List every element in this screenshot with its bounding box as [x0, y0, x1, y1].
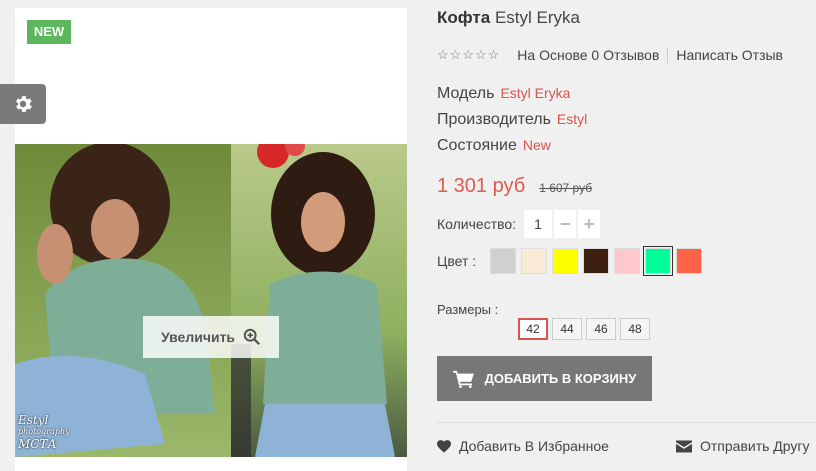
star-icon: ☆ [487, 47, 500, 62]
size-option[interactable]: 46 [586, 318, 616, 340]
price-old: 1 607 руб [539, 181, 593, 195]
send-friend-label: Отправить Другу [700, 438, 810, 454]
star-icon: ☆ [462, 47, 474, 62]
reviews-link[interactable]: На Основе 0 Отзывов [517, 47, 659, 63]
color-swatch[interactable] [552, 248, 579, 274]
star-icon: ☆ [474, 47, 487, 62]
size-option[interactable]: 48 [620, 318, 650, 340]
settings-button[interactable] [0, 84, 46, 124]
product-photo[interactable] [15, 144, 407, 457]
gear-icon [16, 96, 32, 112]
price-row: 1 301 руб 1 607 руб [437, 175, 592, 198]
color-swatch[interactable] [643, 246, 674, 276]
sizes-label: Размеры : [437, 302, 499, 317]
star-icon: ☆ [449, 47, 462, 62]
write-review-link[interactable]: Написать Отзыв [676, 47, 783, 63]
quantity-label: Количество: [437, 216, 517, 232]
color-label: Цвет : [437, 253, 477, 269]
envelope-icon [676, 440, 692, 452]
model-link[interactable]: Estyl Eryka [500, 85, 570, 101]
size-option[interactable]: 42 [518, 318, 548, 340]
wishlist-link[interactable]: Добавить В Избранное [437, 438, 609, 454]
star-icon: ☆ [437, 47, 449, 62]
meta-condition: Состояние New [437, 137, 551, 154]
color-swatch[interactable] [583, 248, 610, 274]
rating-stars: ☆ ☆ ☆ ☆ ☆ [437, 48, 499, 62]
zoom-label: Увеличить [160, 329, 236, 345]
new-badge: NEW [27, 20, 71, 44]
price-current: 1 301 руб [437, 175, 526, 197]
color-swatch[interactable] [614, 248, 641, 274]
color-swatches [490, 246, 703, 276]
wishlist-label: Добавить В Избранное [459, 438, 609, 454]
zoom-in-icon [243, 328, 261, 346]
divider [437, 422, 816, 423]
manufacturer-link[interactable]: Estyl [557, 111, 587, 127]
zoom-button[interactable]: Увеличить [143, 316, 279, 358]
meta-manufacturer: Производитель Estyl [437, 111, 588, 128]
size-options: 42 44 46 48 [518, 318, 650, 340]
separator [667, 47, 669, 63]
rating-row: ☆ ☆ ☆ ☆ ☆ На Основе 0 Отзывов Написать О… [437, 47, 783, 63]
color-swatch[interactable] [676, 248, 703, 274]
color-swatch[interactable] [521, 248, 548, 274]
size-option[interactable]: 44 [552, 318, 582, 340]
color-swatch[interactable] [490, 248, 517, 274]
meta-model: Модель Estyl Eryka [437, 85, 571, 102]
send-friend-link[interactable]: Отправить Другу [676, 438, 810, 454]
photo-watermark: Estyl photography МСТА [18, 413, 70, 451]
condition-value: New [522, 137, 551, 153]
quantity-input[interactable]: 1 [524, 210, 553, 238]
add-to-cart-label: ДОБАВИТЬ В КОРЗИНУ [484, 371, 637, 386]
product-title: Кофта Estyl Eryka [437, 8, 580, 27]
add-to-cart-button[interactable]: ДОБАВИТЬ В КОРЗИНУ [437, 356, 652, 401]
color-row: Цвет : [437, 246, 703, 276]
quantity-minus-button[interactable]: − [554, 210, 577, 238]
heart-icon [437, 439, 451, 453]
quantity-plus-button[interactable]: + [578, 210, 601, 238]
quantity-row: Количество: 1 − + [437, 210, 601, 238]
cart-icon [452, 370, 474, 388]
